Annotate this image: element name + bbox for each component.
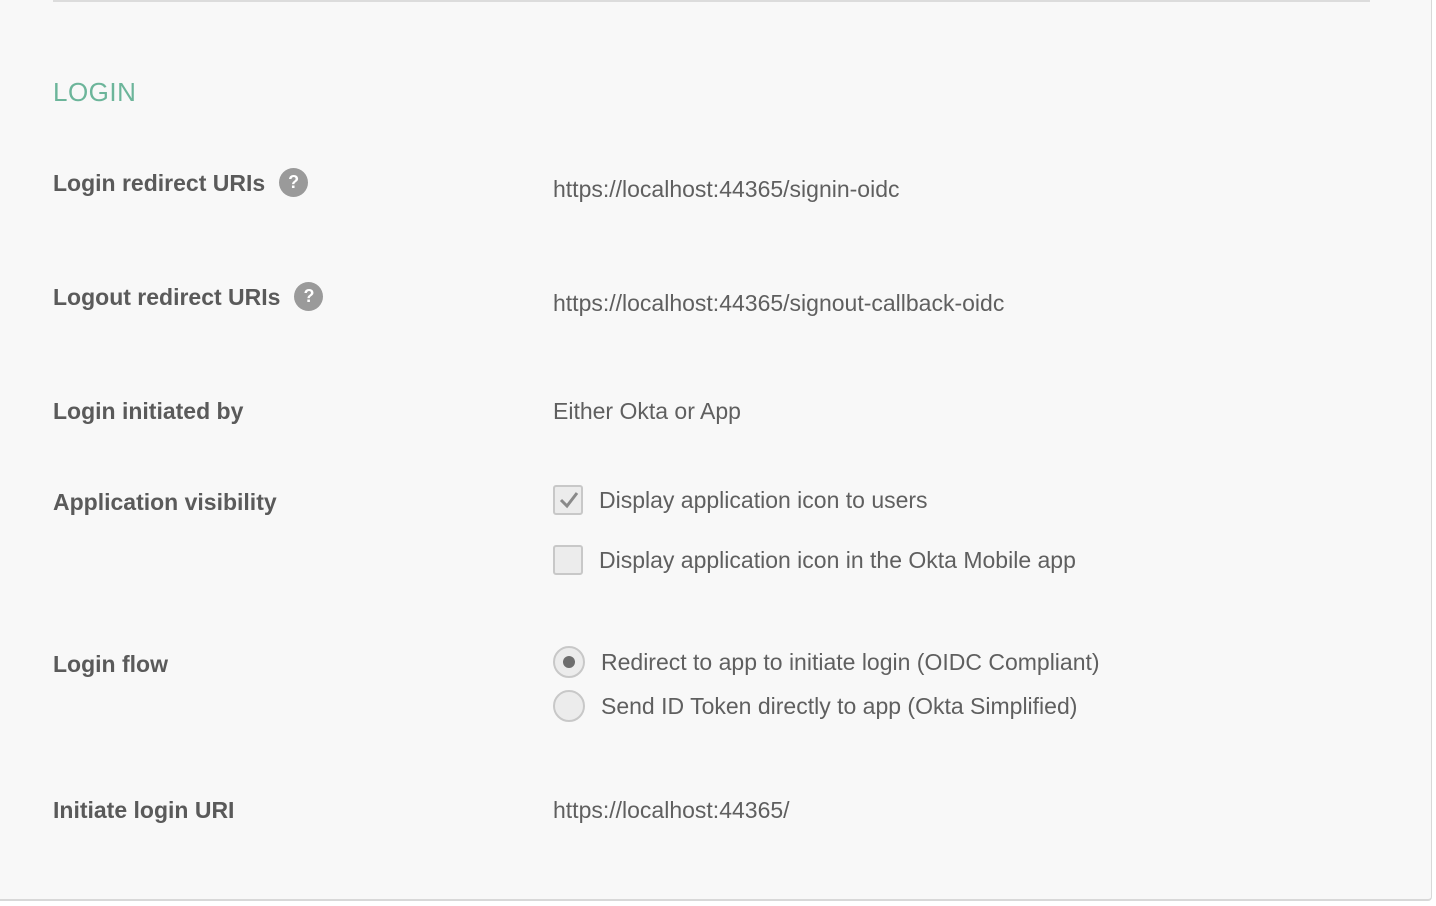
section-title: LOGIN xyxy=(53,77,137,107)
display-icon-okta-mobile-option[interactable]: Display application icon in the Okta Mob… xyxy=(553,544,1076,576)
help-icon[interactable]: ? xyxy=(294,282,324,312)
logout-redirect-uris-label-text: Logout redirect URIs xyxy=(53,284,281,310)
login-settings-panel: LOGIN Login redirect URIs? https://local… xyxy=(0,0,1432,901)
send-id-token-option[interactable]: Send ID Token directly to app (Okta Simp… xyxy=(553,690,1077,722)
initiate-login-uri-value: https://localhost:44365/ xyxy=(553,797,790,823)
redirect-to-app-radio[interactable] xyxy=(553,646,585,678)
login-redirect-uris-value: https://localhost:44365/signin-oidc xyxy=(553,176,900,202)
checkmark-icon xyxy=(559,492,579,509)
login-redirect-uris-label: Login redirect URIs? xyxy=(53,168,309,199)
logout-redirect-uris-value: https://localhost:44365/signout-callback… xyxy=(553,290,1005,316)
login-redirect-uris-label-text: Login redirect URIs xyxy=(53,170,266,196)
radio-selected-dot xyxy=(563,656,575,668)
login-flow-label: Login flow xyxy=(53,651,168,677)
login-initiated-by-value: Either Okta or App xyxy=(553,398,741,424)
logout-redirect-uris-label: Logout redirect URIs? xyxy=(53,282,324,313)
login-initiated-by-label: Login initiated by xyxy=(53,398,244,424)
display-icon-to-users-option[interactable]: Display application icon to users xyxy=(553,484,928,516)
send-id-token-radio[interactable] xyxy=(553,690,585,722)
top-divider xyxy=(53,0,1370,2)
application-visibility-label: Application visibility xyxy=(53,489,277,515)
redirect-to-app-label: Redirect to app to initiate login (OIDC … xyxy=(601,649,1100,675)
initiate-login-uri-label: Initiate login URI xyxy=(53,797,235,823)
display-icon-okta-mobile-checkbox[interactable] xyxy=(553,545,583,575)
display-icon-to-users-label: Display application icon to users xyxy=(599,487,928,513)
help-icon[interactable]: ? xyxy=(279,168,309,198)
redirect-to-app-option[interactable]: Redirect to app to initiate login (OIDC … xyxy=(553,646,1100,678)
display-icon-to-users-checkbox[interactable] xyxy=(553,485,583,515)
send-id-token-label: Send ID Token directly to app (Okta Simp… xyxy=(601,693,1078,719)
display-icon-okta-mobile-label: Display application icon in the Okta Mob… xyxy=(599,547,1076,573)
